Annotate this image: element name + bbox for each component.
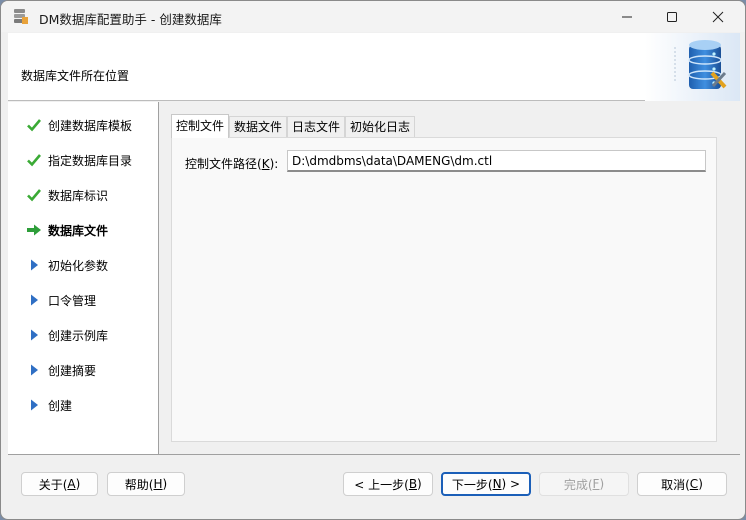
next-button[interactable]: 下一步(N) > [441,472,531,496]
minimize-button[interactable] [604,1,650,32]
close-button[interactable] [695,1,741,32]
tab-log-files[interactable]: 日志文件 [287,116,346,138]
step-item: 创建数据库模板 [26,115,158,135]
step-label: 数据库标识 [48,188,109,203]
tab-strip: 控制文件 数据文件 日志文件 初始化日志 [171,114,416,138]
maximize-button[interactable] [649,1,695,32]
help-button[interactable]: 帮助(H) [107,472,185,496]
triangle-right-icon [26,397,42,413]
triangle-right-icon [26,292,42,308]
step-item: 初始化参数 [26,255,158,275]
triangle-right-icon [26,327,42,343]
tab-init-log[interactable]: 初始化日志 [345,116,416,138]
step-label: 指定数据库目录 [48,153,133,168]
minimize-icon [622,16,632,17]
tab-data-files[interactable]: 数据文件 [229,116,288,138]
step-label: 创建数据库模板 [48,118,133,133]
arrow-right-icon [26,222,42,238]
control-file-path-label: 控制文件路径(K): [185,157,279,171]
step-label: 数据库文件 [48,223,109,238]
step-label: 创建 [48,398,73,413]
triangle-right-icon [26,257,42,273]
window-title: DM数据库配置助手 - 创建数据库 [39,12,222,27]
step-item: 创建示例库 [26,325,158,345]
step-label: 创建示例库 [48,328,109,343]
cancel-button[interactable]: 取消(C) [637,472,727,496]
step-item: 创建摘要 [26,360,158,380]
maximize-icon [667,11,677,22]
close-icon [712,11,724,22]
footer-divider [8,454,740,455]
check-icon [26,117,42,133]
check-icon [26,187,42,203]
step-item: 数据库标识 [26,185,158,205]
tab-control-file[interactable]: 控制文件 [171,114,230,138]
triangle-right-icon [26,362,42,378]
step-label: 创建摘要 [48,363,97,378]
step-item: 口令管理 [26,290,158,310]
wizard-header: 数据库文件所在位置 [8,33,740,101]
main-panel: 控制文件 数据文件 日志文件 初始化日志 控制文件路径(K): [160,102,740,454]
page-title: 数据库文件所在位置 [21,69,130,83]
control-file-path-input[interactable] [287,150,706,172]
about-button[interactable]: 关于(A) [21,472,98,496]
title-bar[interactable]: DM数据库配置助手 - 创建数据库 [1,1,745,32]
database-server-icon [645,33,740,101]
step-item: 指定数据库目录 [26,150,158,170]
control-file-panel: 控制文件路径(K): [171,137,717,442]
finish-button[interactable]: 完成(F) [539,472,629,496]
step-label: 口令管理 [48,293,97,308]
dialog-window: DM数据库配置助手 - 创建数据库 数据库文件所在位置 创建数据库模板 指定数据… [0,0,746,520]
wizard-steps-sidebar: 创建数据库模板 指定数据库目录 数据库标识 数据库文件 初始化参数 口令管理 创… [8,102,159,454]
check-icon [26,152,42,168]
step-item: 创建 [26,395,158,415]
step-item-current: 数据库文件 [26,220,158,240]
previous-button[interactable]: < 上一步(B) [343,472,433,496]
database-app-icon [14,9,28,24]
step-label: 初始化参数 [48,258,109,273]
